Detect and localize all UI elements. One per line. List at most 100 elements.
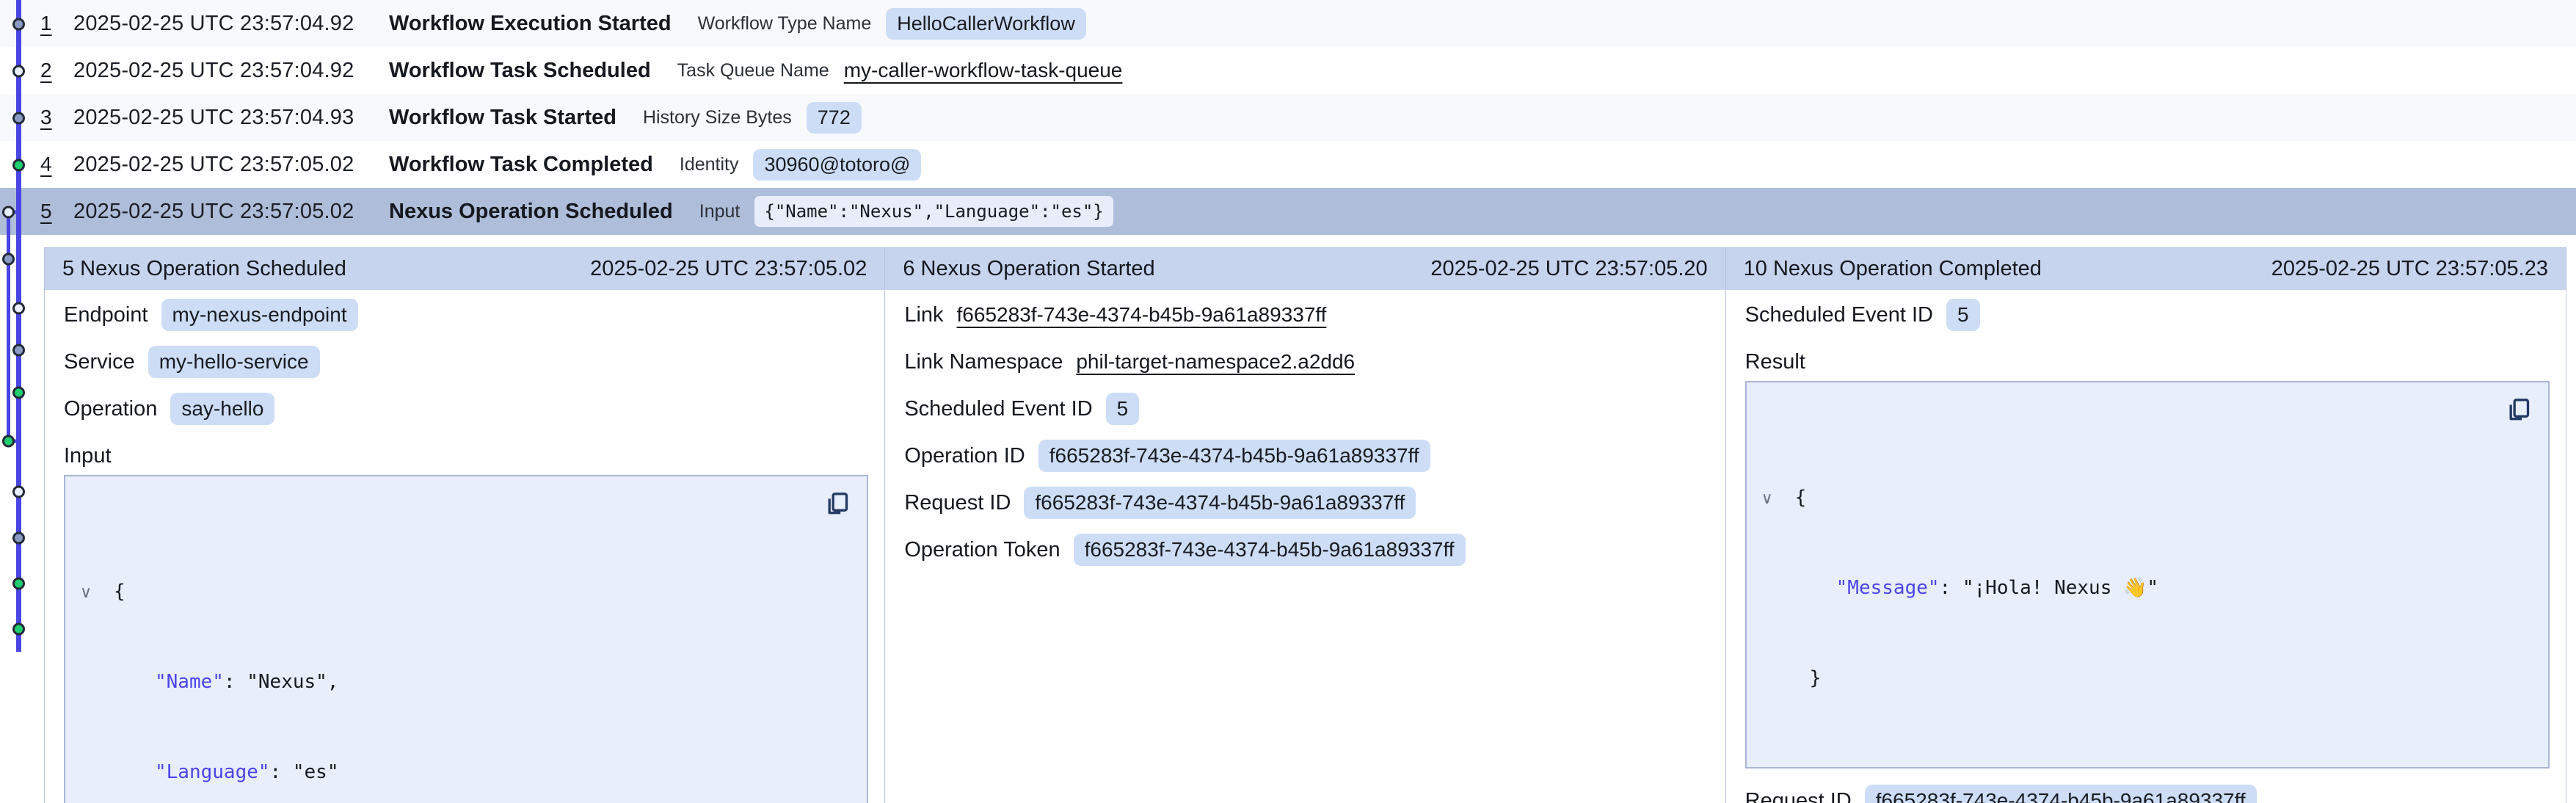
event-input-json-chip: {"Name":"Nexus","Language":"es"} <box>754 196 1113 227</box>
field-scheduled-event-id: Scheduled Event ID 5 <box>904 393 1709 425</box>
field-label: Link <box>904 303 943 327</box>
timeline-dot-event-8 <box>14 345 24 355</box>
event-timestamp: 2025-02-25 UTC 23:57:05.02 <box>73 153 389 177</box>
field-label: Service <box>64 350 135 374</box>
field-link: Link f665283f-743e-4374-b45b-9a61a89337f… <box>904 299 1709 331</box>
event-row-1[interactable]: 1 2025-02-25 UTC 23:57:04.92 Workflow Ex… <box>0 0 2576 47</box>
field-label: Endpoint <box>64 303 148 327</box>
event-id-link-3[interactable]: 3 <box>40 106 73 129</box>
copy-button[interactable] <box>2474 393 2536 428</box>
json-line: ∨{ <box>76 577 815 607</box>
field-label: Result <box>1745 350 1805 374</box>
event-timestamp: 2025-02-25 UTC 23:57:04.92 <box>73 12 389 36</box>
panel-timestamp: 2025-02-25 UTC 23:57:05.23 <box>2271 257 2548 281</box>
event-history-table: 1 2025-02-25 UTC 23:57:04.92 Workflow Ex… <box>0 0 2576 235</box>
panel-title: 10 Nexus Operation Completed <box>1744 257 2042 281</box>
timeline-dot-event-4 <box>14 160 24 170</box>
timeline-dot-event-7 <box>14 303 24 313</box>
event-row-5-selected[interactable]: 5 2025-02-25 UTC 23:57:05.02 Nexus Opera… <box>0 188 2576 235</box>
input-json-viewer: ∨{ "Name": "Nexus", "Language": "es" } <box>64 475 868 803</box>
json-value: : "Nexus", <box>224 671 339 693</box>
field-value-chip: say-hello <box>170 393 274 425</box>
event-timeline-graph <box>0 0 44 803</box>
copy-button[interactable] <box>793 487 855 522</box>
field-request-id: Request ID f665283f-743e-4374-b45b-9a61a… <box>904 487 1709 519</box>
event-name: Workflow Execution Started <box>389 12 672 36</box>
panel-body: Link f665283f-743e-4374-b45b-9a61a89337f… <box>885 290 1725 566</box>
collapse-chevron-icon[interactable]: ∨ <box>76 577 114 607</box>
event-attr-label: Identity <box>680 154 739 175</box>
field-value-chip: 5 <box>1946 299 1980 331</box>
panel-timestamp: 2025-02-25 UTC 23:57:05.02 <box>590 257 867 281</box>
field-label: Link Namespace <box>904 350 1063 374</box>
json-key: "Message" <box>1836 577 1940 599</box>
event-attr-value-chip: 30960@totoro@ <box>753 149 921 181</box>
json-line: "Language": "es" <box>76 757 815 788</box>
event-timestamp: 2025-02-25 UTC 23:57:04.92 <box>73 59 389 83</box>
panel-nexus-operation-completed: 10 Nexus Operation Completed 2025-02-25 … <box>1726 248 2566 803</box>
event-id-link-4[interactable]: 4 <box>40 153 73 176</box>
field-scheduled-event-id: Scheduled Event ID 5 <box>1745 299 2550 331</box>
copy-icon <box>823 490 852 519</box>
field-label: Request ID <box>1745 789 1852 803</box>
json-line: ∨{ <box>1757 483 2497 513</box>
field-label: Input <box>64 444 112 468</box>
event-name: Workflow Task Started <box>389 106 616 130</box>
json-line: } <box>1757 664 2497 694</box>
collapse-chevron-icon[interactable]: ∨ <box>1757 483 1795 513</box>
timeline-dot-event-12 <box>14 533 24 543</box>
event-attr-value-chip: HelloCallerWorkflow <box>886 8 1086 40</box>
field-input-label: Input <box>64 440 868 472</box>
panel-timestamp: 2025-02-25 UTC 23:57:05.20 <box>1430 257 1707 281</box>
json-line: "Message": "¡Hola! Nexus 👋" <box>1757 573 2497 603</box>
field-value-chip: 5 <box>1106 393 1140 425</box>
panel-header: 6 Nexus Operation Started 2025-02-25 UTC… <box>885 248 1725 290</box>
event-id-link-1[interactable]: 1 <box>40 12 73 35</box>
timeline-dot-event-2 <box>14 66 24 76</box>
event-timestamp: 2025-02-25 UTC 23:57:04.93 <box>73 106 389 130</box>
json-brace: { <box>1795 487 1807 509</box>
event-attr-label: Workflow Type Name <box>698 13 872 34</box>
panel-header: 10 Nexus Operation Completed 2025-02-25 … <box>1726 248 2566 290</box>
field-value-chip: f665283f-743e-4374-b45b-9a61a89337ff <box>1865 785 2257 803</box>
panel-body: Endpoint my-nexus-endpoint Service my-he… <box>45 290 884 803</box>
field-label: Operation <box>64 397 157 421</box>
event-id-link-2[interactable]: 2 <box>40 59 73 82</box>
event-row-4[interactable]: 4 2025-02-25 UTC 23:57:05.02 Workflow Ta… <box>0 141 2576 188</box>
field-value-chip: f665283f-743e-4374-b45b-9a61a89337ff <box>1038 440 1430 472</box>
event-attr-label: History Size Bytes <box>643 107 792 128</box>
event-row-2[interactable]: 2 2025-02-25 UTC 23:57:04.92 Workflow Ta… <box>0 47 2576 94</box>
event-detail-panels: 5 Nexus Operation Scheduled 2025-02-25 U… <box>44 247 2566 803</box>
field-label: Request ID <box>904 491 1011 515</box>
field-value-chip: my-nexus-endpoint <box>161 299 358 331</box>
namespace-link[interactable]: phil-target-namespace2.a2dd6 <box>1076 350 1355 374</box>
field-label: Operation ID <box>904 444 1025 468</box>
panel-nexus-operation-scheduled: 5 Nexus Operation Scheduled 2025-02-25 U… <box>45 248 885 803</box>
event-id-link-5[interactable]: 5 <box>40 200 73 223</box>
timeline-dot-event-3 <box>14 113 24 123</box>
panel-header: 5 Nexus Operation Scheduled 2025-02-25 U… <box>45 248 884 290</box>
field-value-chip: f665283f-743e-4374-b45b-9a61a89337ff <box>1074 534 1466 566</box>
json-line: "Name": "Nexus", <box>76 667 815 697</box>
panel-nexus-operation-started: 6 Nexus Operation Started 2025-02-25 UTC… <box>885 248 1725 803</box>
event-attr-label: Task Queue Name <box>677 60 829 81</box>
task-queue-link[interactable]: my-caller-workflow-task-queue <box>844 59 1123 82</box>
json-key: "Language" <box>155 761 270 783</box>
event-timestamp: 2025-02-25 UTC 23:57:05.02 <box>73 200 389 224</box>
timeline-dot-event-13 <box>14 578 24 589</box>
event-name: Workflow Task Completed <box>389 153 653 177</box>
field-label: Scheduled Event ID <box>904 397 1092 421</box>
field-link-namespace: Link Namespace phil-target-namespace2.a2… <box>904 346 1709 378</box>
panel-body: Scheduled Event ID 5 Result ∨{ "Message"… <box>1726 290 2566 803</box>
json-key: "Name" <box>155 671 224 693</box>
event-name: Nexus Operation Scheduled <box>389 200 673 224</box>
field-endpoint: Endpoint my-nexus-endpoint <box>64 299 868 331</box>
copy-icon <box>2504 396 2533 425</box>
field-value-chip: my-hello-service <box>148 346 320 378</box>
field-label: Scheduled Event ID <box>1745 303 1933 327</box>
timeline-dot-event-10 <box>4 436 14 446</box>
field-service: Service my-hello-service <box>64 346 868 378</box>
event-attr-value-chip: 772 <box>807 102 862 134</box>
workflow-link[interactable]: f665283f-743e-4374-b45b-9a61a89337ff <box>957 303 1327 327</box>
event-row-3[interactable]: 3 2025-02-25 UTC 23:57:04.93 Workflow Ta… <box>0 94 2576 141</box>
